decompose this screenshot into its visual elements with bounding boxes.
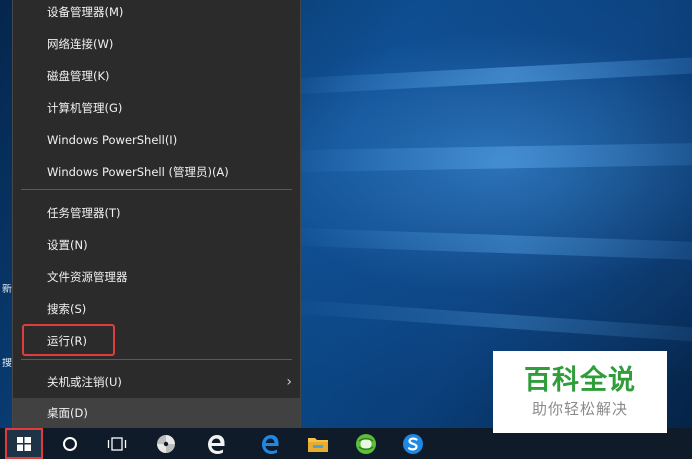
pinned-app-pinwheel[interactable] (146, 428, 186, 459)
pinned-app-file-explorer[interactable] (298, 428, 338, 459)
sogou-icon (403, 433, 423, 454)
chevron-right-icon: › (286, 374, 292, 390)
pinwheel-app-icon (157, 434, 175, 453)
menu-item-powershell-admin[interactable]: Windows PowerShell (管理员)(A) (13, 156, 300, 188)
menu-item-shutdown-signout[interactable]: 关机或注销(U) › (13, 366, 300, 398)
edge-legacy-icon (208, 434, 225, 454)
wallpaper-light-beam (300, 300, 692, 344)
menu-item-run[interactable]: 运行(R) (13, 325, 300, 357)
wallpaper-light-beam (300, 55, 692, 94)
menu-separator (21, 189, 292, 190)
menu-item-desktop[interactable]: 桌面(D) (13, 398, 300, 428)
task-view-icon (107, 436, 127, 451)
menu-item-task-manager[interactable]: 任务管理器(T) (13, 197, 300, 229)
menu-item-powershell[interactable]: Windows PowerShell(I) (13, 124, 300, 156)
menu-item-search[interactable]: 搜索(S) (13, 293, 300, 325)
pinned-app-green-browser[interactable] (346, 428, 386, 459)
green-browser-icon (356, 433, 376, 454)
wallpaper-light-beam (300, 228, 692, 261)
cortana-circle-icon (63, 436, 77, 451)
pinned-app-edge[interactable] (250, 428, 290, 459)
watermark-subtitle: 助你轻松解决 (531, 400, 628, 418)
menu-item-file-explorer[interactable]: 文件资源管理器 (13, 261, 300, 293)
watermark-logo: 百科全说 助你轻松解决 (493, 351, 667, 433)
start-button[interactable] (5, 428, 43, 459)
desktop-icon-label-partial[interactable]: 新 (2, 284, 12, 296)
quick-link-menu: 设备管理器(M) 网络连接(W) 磁盘管理(K) 计算机管理(G) Window… (12, 0, 301, 428)
cortana-button[interactable] (50, 428, 90, 459)
menu-item-disk-management[interactable]: 磁盘管理(K) (13, 60, 300, 92)
menu-separator (21, 359, 292, 360)
wallpaper-light-beam (300, 142, 692, 172)
pinned-app-sogou[interactable] (393, 428, 433, 459)
menu-item-settings[interactable]: 设置(N) (13, 229, 300, 261)
pinned-app-edge-legacy[interactable] (196, 428, 236, 459)
desktop-icon-label-partial[interactable]: 搜 (2, 358, 12, 370)
edge-icon (262, 434, 279, 454)
watermark-title: 百科全说 (524, 365, 636, 396)
file-explorer-icon (308, 437, 328, 452)
menu-item-device-manager[interactable]: 设备管理器(M) (13, 0, 300, 28)
task-view-button[interactable] (97, 428, 137, 459)
menu-item-network-connections[interactable]: 网络连接(W) (13, 28, 300, 60)
menu-item-shutdown-label: 关机或注销(U) (47, 375, 122, 389)
menu-item-computer-management[interactable]: 计算机管理(G) (13, 92, 300, 124)
windows-start-icon (17, 436, 31, 451)
